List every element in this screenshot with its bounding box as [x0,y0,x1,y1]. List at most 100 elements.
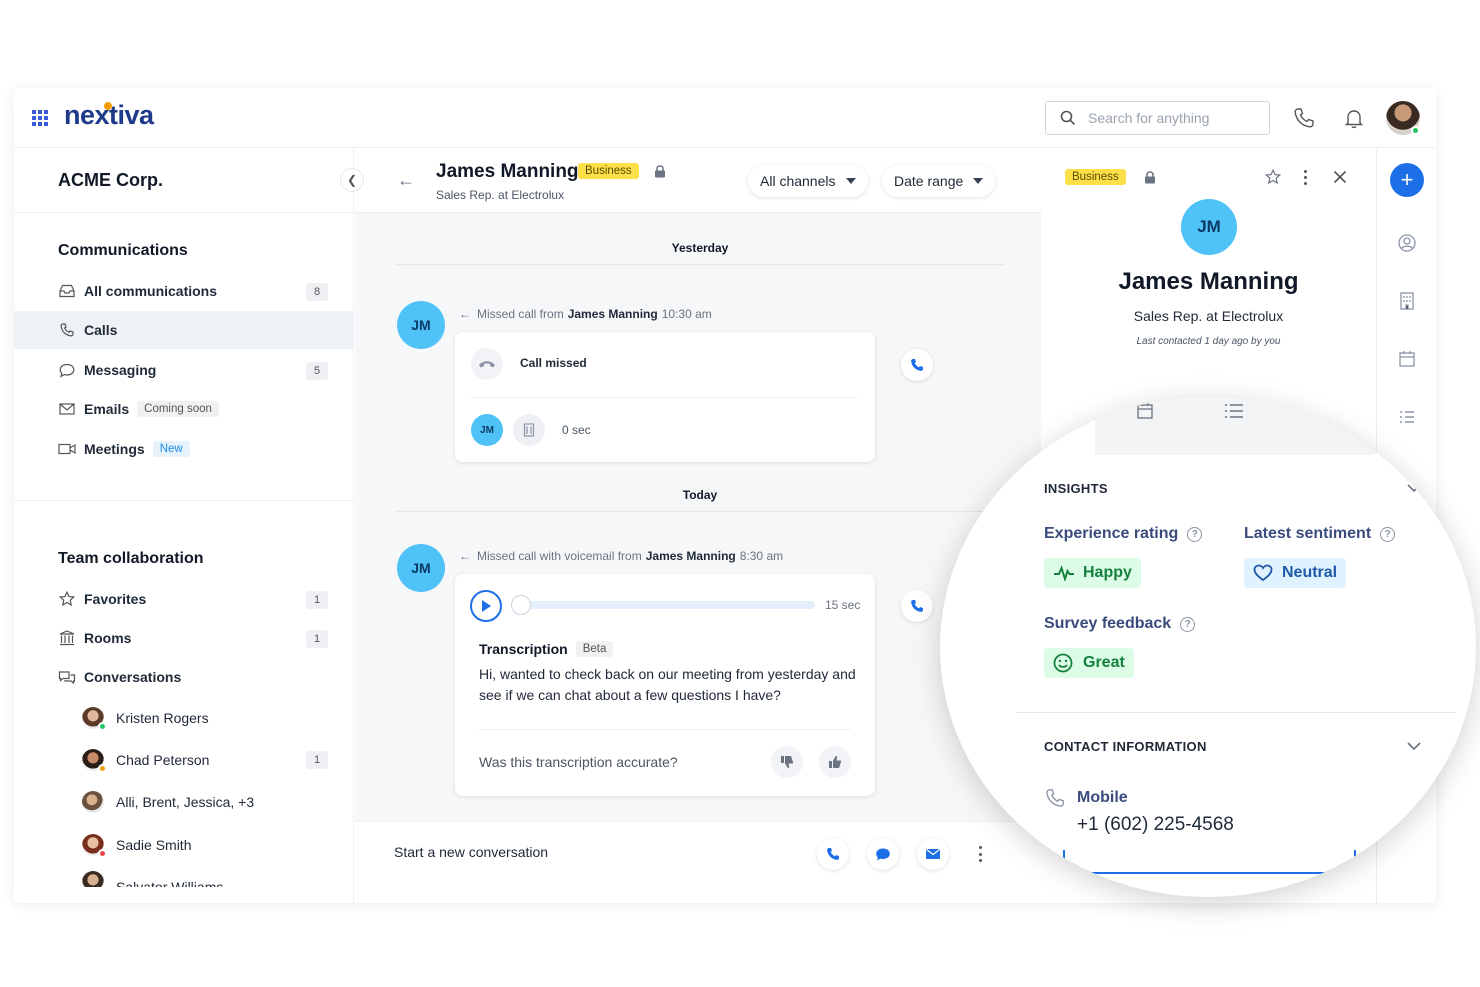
last-contacted: Last contacted 1 day ago by you [1136,336,1281,347]
day-separator: Yesterday [671,241,729,255]
transcription-label: Transcription Beta [479,641,614,657]
app-grid-icon[interactable] [32,110,50,126]
phone-icon [1046,789,1064,807]
nav-messaging[interactable]: Messaging 5 [14,351,354,389]
phone-icon[interactable] [1292,106,1316,130]
team-collaboration-title: Team collaboration [58,550,204,567]
conversation-item[interactable]: Kristen Rogers [14,698,354,738]
bell-icon[interactable] [1342,106,1366,130]
avatar [82,707,107,731]
audio-progress-bar[interactable] [515,601,815,609]
phone-icon [827,848,839,860]
pulse-icon [1054,565,1074,581]
coming-soon-tag: Coming soon [137,401,219,417]
play-icon [482,600,491,612]
star-icon[interactable] [1265,169,1281,185]
call-back-button[interactable] [901,349,933,381]
audio-scrubber-handle[interactable] [511,595,531,615]
search-input[interactable] [1088,110,1248,126]
contact-subtitle: Sales Rep. at Electrolux [436,188,565,202]
thumbs-down-button[interactable] [771,746,803,778]
contact-info-header: CONTACT INFORMATION [1044,739,1207,754]
calendar-icon[interactable] [1397,349,1417,369]
smiley-icon [1053,653,1073,673]
mobile-label: Mobile [1077,789,1128,806]
heart-icon [1253,564,1273,582]
communications-title: Communications [58,242,188,259]
contact-profile-icon[interactable] [1397,233,1417,253]
conversation-item[interactable]: Alli, Brent, Jessica, +3 [14,782,354,822]
attachment-tab-icon[interactable] [1313,400,1333,422]
chevron-down-icon[interactable] [1407,742,1421,751]
search-box[interactable] [1045,101,1270,135]
conversation-header: ← James Manning Business Sales Rep. at E… [355,148,1041,213]
collapse-sidebar-button[interactable]: ❮ [340,168,364,192]
card-title: Call missed [520,356,587,370]
missed-call-card: Call missed JM 0 sec [455,332,875,462]
avatar [82,749,107,773]
task-list-tab-icon[interactable] [1223,401,1245,421]
caret-down-icon [973,178,984,184]
divider [395,264,1005,265]
nav-conversations[interactable]: Conversations [14,658,354,696]
action-button-outline[interactable] [1063,850,1356,874]
business-badge: Business [1065,169,1126,185]
nav-all-communications[interactable]: All communications 8 [14,272,354,310]
conversations-icon [58,668,76,686]
event-header: ← Missed call with voicemail from James M… [459,549,784,563]
divider [471,397,859,398]
conversation-item[interactable]: Sadie Smith [14,825,354,865]
more-options-icon[interactable] [1304,170,1308,185]
new-message-button[interactable] [867,838,899,870]
count-badge: 1 [306,591,328,609]
transcription-text: Hi, wanted to check back on our meeting … [479,666,856,703]
add-button[interactable]: + [1390,163,1424,197]
hangup-icon [471,348,503,380]
survey-feedback-value: Great [1044,648,1134,678]
arrow-left-icon: ← [459,307,471,321]
left-sidebar: ACME Corp. ❮ Communications All communic… [14,148,364,903]
conversation-item[interactable]: Chad Peterson 1 [14,740,354,780]
beta-tag: Beta [575,641,614,657]
divider [479,729,851,730]
chat-bubble-icon [876,848,890,860]
building-icon[interactable] [1397,291,1417,311]
close-icon[interactable] [1333,170,1347,184]
accuracy-question: Was this transcription accurate? [479,754,678,770]
channels-dropdown[interactable]: All channels [748,165,868,197]
nav-favorites[interactable]: Favorites 1 [14,580,354,618]
new-call-button[interactable] [817,838,849,870]
nav-calls[interactable]: Calls [14,311,354,349]
chevron-down-icon[interactable] [1407,484,1421,493]
nav-rooms[interactable]: Rooms 1 [14,619,354,657]
caret-down-icon [845,178,856,184]
contact-avatar: JM [397,301,445,349]
compose-bar: Start a new conversation [355,821,1041,903]
voicemail-card: 15 sec Transcription Beta Hi, wanted to … [455,574,875,796]
date-range-dropdown[interactable]: Date range [882,165,996,197]
contact-name: James Manning [436,161,579,182]
top-bar: nextiva [14,88,1436,148]
call-duration: 0 sec [562,423,591,437]
calendar-tab-icon[interactable] [1135,401,1155,421]
call-back-button[interactable] [901,590,933,622]
play-button[interactable] [470,590,502,622]
contact-avatar: JM [397,544,445,592]
mobile-number[interactable]: +1 (602) 225-4568 [1077,814,1234,836]
conversation-item[interactable]: Salvator Williams [14,867,354,887]
nextiva-logo: nextiva [64,100,154,130]
back-arrow-icon[interactable]: ← [397,170,415,191]
nav-emails[interactable]: Emails Coming soon [14,390,354,428]
building-columns-icon [58,629,76,647]
count-badge: 8 [306,283,328,301]
help-icon: ? [1187,526,1203,542]
new-tag: New [152,441,190,457]
count-badge: 5 [306,362,328,380]
thumbs-up-button[interactable] [819,746,851,778]
avatar [82,834,107,858]
latest-sentiment-value: Neutral [1244,558,1347,588]
compose-input[interactable]: Start a new conversation [394,844,548,860]
participant-avatar: JM [471,414,503,446]
nav-meetings[interactable]: Meetings New [14,430,354,468]
contact-name: James Manning [1118,268,1299,295]
